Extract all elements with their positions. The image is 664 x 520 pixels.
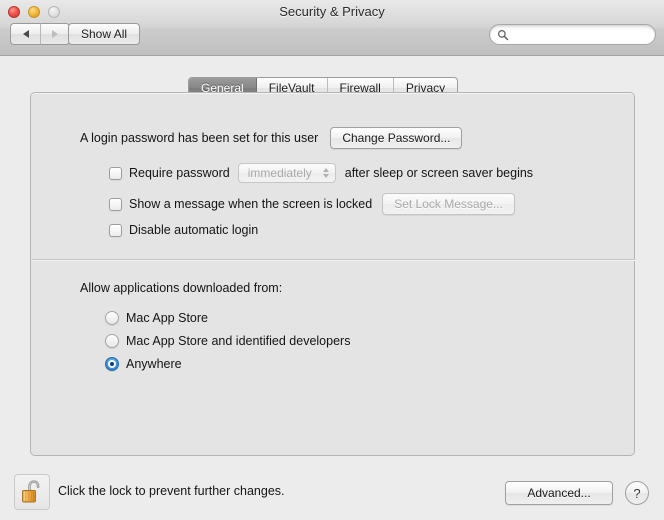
- require-password-row: Require password immediately after sleep…: [109, 163, 533, 183]
- disable-auto-login-row: Disable automatic login: [109, 223, 258, 237]
- radio-label-anywhere: Anywhere: [126, 357, 182, 371]
- forward-button: [40, 23, 70, 45]
- lock-hint-text: Click the lock to prevent further change…: [58, 484, 285, 498]
- chevron-up-down-icon: [322, 168, 329, 178]
- advanced-button[interactable]: Advanced...: [505, 481, 613, 505]
- lock-message-row: Show a message when the screen is locked…: [109, 193, 515, 215]
- unlocked-padlock-icon: [22, 480, 40, 503]
- radio-label-identified-developers: Mac App Store and identified developers: [126, 334, 351, 348]
- lock-message-checkbox[interactable]: [109, 197, 122, 211]
- radio-label-mac-app-store: Mac App Store: [126, 311, 208, 325]
- radio-button-icon[interactable]: [105, 311, 119, 325]
- radio-button-icon[interactable]: [105, 334, 119, 348]
- radio-anywhere[interactable]: Anywhere: [105, 357, 182, 371]
- search-input[interactable]: [512, 26, 651, 43]
- triangle-right-icon: [52, 30, 58, 38]
- window-titlebar: Security & Privacy Show All: [0, 0, 664, 56]
- allow-apps-group-label: Allow applications downloaded from:: [80, 281, 283, 295]
- search-icon: [498, 29, 509, 40]
- password-delay-value: immediately: [247, 166, 312, 180]
- window-title: Security & Privacy: [279, 4, 385, 19]
- radio-mac-app-store[interactable]: Mac App Store: [105, 311, 208, 325]
- section-divider: [32, 259, 635, 261]
- lock-message-label: Show a message when the screen is locked: [129, 197, 373, 211]
- change-password-button[interactable]: Change Password...: [330, 127, 463, 149]
- require-password-label: Require password: [129, 166, 230, 180]
- show-all-button[interactable]: Show All: [68, 23, 141, 45]
- general-settings-panel: A login password has been set for this u…: [30, 92, 635, 456]
- back-button[interactable]: [10, 23, 40, 45]
- require-password-suffix-label: after sleep or screen saver begins: [344, 166, 534, 180]
- radio-button-selected-icon[interactable]: [105, 357, 119, 371]
- triangle-left-icon: [22, 30, 29, 38]
- search-field[interactable]: [489, 24, 656, 45]
- radio-mac-app-store-and-developers[interactable]: Mac App Store and identified developers: [105, 334, 350, 348]
- password-delay-popup[interactable]: immediately: [237, 163, 336, 183]
- require-password-checkbox[interactable]: [109, 166, 122, 180]
- disable-auto-login-checkbox[interactable]: [109, 223, 122, 237]
- set-lock-message-button: Set Lock Message...: [382, 193, 515, 215]
- security-privacy-window: Security & Privacy Show All General File…: [0, 0, 664, 520]
- disable-auto-login-label: Disable automatic login: [129, 223, 259, 237]
- navigation-buttons: [10, 23, 70, 45]
- lock-button[interactable]: [14, 474, 50, 510]
- login-status-label: A login password has been set for this u…: [80, 131, 319, 145]
- help-button[interactable]: ?: [625, 481, 649, 505]
- login-password-row: A login password has been set for this u…: [80, 127, 463, 149]
